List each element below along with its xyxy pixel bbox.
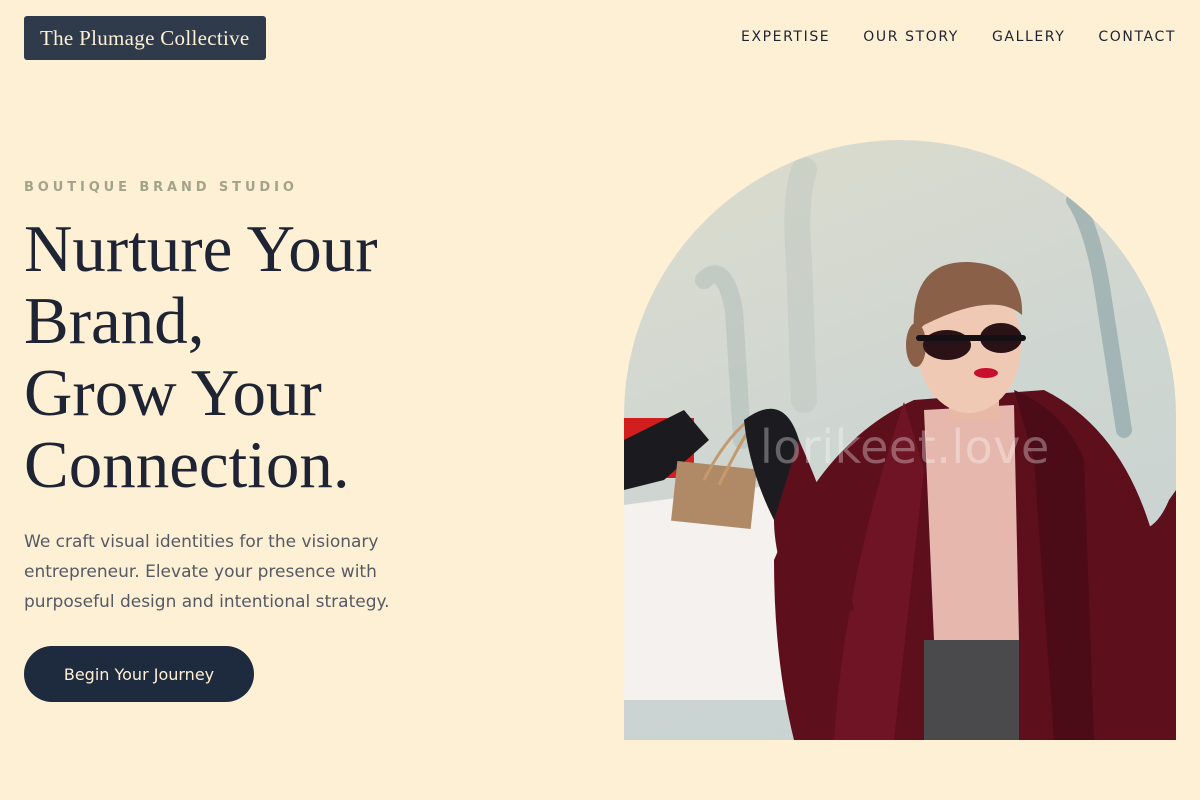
begin-journey-button[interactable]: Begin Your Journey bbox=[24, 646, 254, 702]
nav-item-contact[interactable]: CONTACT bbox=[1098, 28, 1176, 46]
hero-description: We craft visual identities for the visio… bbox=[24, 532, 390, 612]
headline-line-4: Connection. bbox=[24, 428, 350, 502]
nav-item-expertise[interactable]: EXPERTISE bbox=[741, 28, 830, 46]
headline-line-2: Brand, bbox=[24, 284, 205, 358]
hero-image: lorikeet.love bbox=[624, 140, 1176, 740]
main-nav: EXPERTISE OUR STORY GALLERY CONTACT bbox=[741, 28, 1176, 46]
image-watermark: lorikeet.love bbox=[760, 420, 1050, 474]
headline-line-1: Nurture Your bbox=[24, 212, 378, 286]
hero-eyebrow: BOUTIQUE BRAND STUDIO bbox=[24, 180, 298, 195]
nav-item-our-story[interactable]: OUR STORY bbox=[863, 28, 959, 46]
headline-line-3: Grow Your bbox=[24, 356, 322, 430]
site-logo[interactable]: The Plumage Collective bbox=[24, 16, 266, 60]
hero-headline: Nurture Your Brand, Grow Your Connection… bbox=[24, 213, 544, 501]
nav-item-gallery[interactable]: GALLERY bbox=[992, 28, 1065, 46]
